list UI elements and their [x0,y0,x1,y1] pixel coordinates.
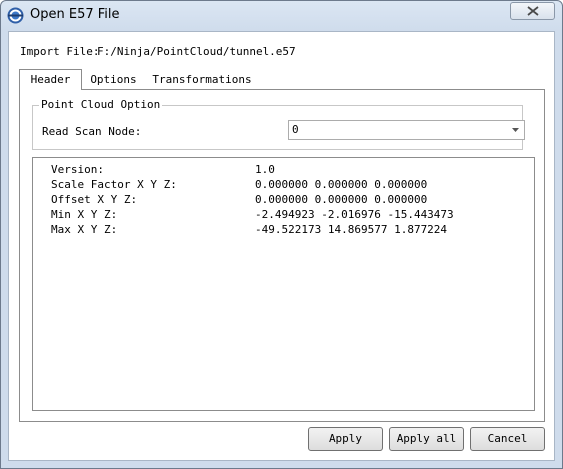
info-label-scale-factor: Scale Factor X Y Z: [51,178,177,191]
cancel-button[interactable]: Cancel [470,427,545,451]
header-info-box: Version: 1.0 Scale Factor X Y Z: 0.00000… [32,157,535,411]
close-icon [527,6,539,16]
tab-options[interactable]: Options [87,72,140,90]
info-value-max: -49.522173 14.869577 1.877224 [255,223,448,236]
dialog-window: Open E57 File Import File: F:/Ninja/Poin… [0,0,563,469]
dialog-client-area: Import File: F:/Ninja/PointCloud/tunnel.… [8,31,555,461]
chevron-down-icon [512,128,519,132]
apply-button[interactable]: Apply [308,427,383,451]
info-label-min: Min X Y Z: [51,208,118,221]
point-cloud-option-group: Point Cloud Option Read Scan Node: 0 [32,98,525,150]
import-file-label: Import File: [20,45,100,58]
dropdown-value: 0 [292,123,299,136]
info-value-offset: 0.000000 0.000000 0.000000 [255,193,428,206]
info-label-max: Max X Y Z: [51,223,118,236]
title-bar[interactable]: Open E57 File [1,1,562,31]
info-value-scale-factor: 0.000000 0.000000 0.000000 [255,178,428,191]
read-scan-node-label: Read Scan Node: [42,125,142,138]
info-value-version: 1.0 [255,163,275,176]
info-label-offset: Offset X Y Z: [51,193,138,206]
import-file-path: F:/Ninja/PointCloud/tunnel.e57 [97,45,296,58]
info-value-min: -2.494923 -2.016976 -15.443473 [255,208,454,221]
window-title: Open E57 File [30,7,120,22]
read-scan-node-dropdown[interactable]: 0 [288,120,525,140]
tab-panel-header: Point Cloud Option Read Scan Node: 0 Ver… [19,89,545,422]
tab-transformations[interactable]: Transformations [150,72,254,90]
group-title: Point Cloud Option [39,98,163,111]
apply-all-button[interactable]: Apply all [389,427,464,451]
app-logo-icon [7,7,24,24]
info-label-version: Version: [51,163,104,176]
tab-header[interactable]: Header [19,69,82,90]
close-button[interactable] [510,2,555,20]
